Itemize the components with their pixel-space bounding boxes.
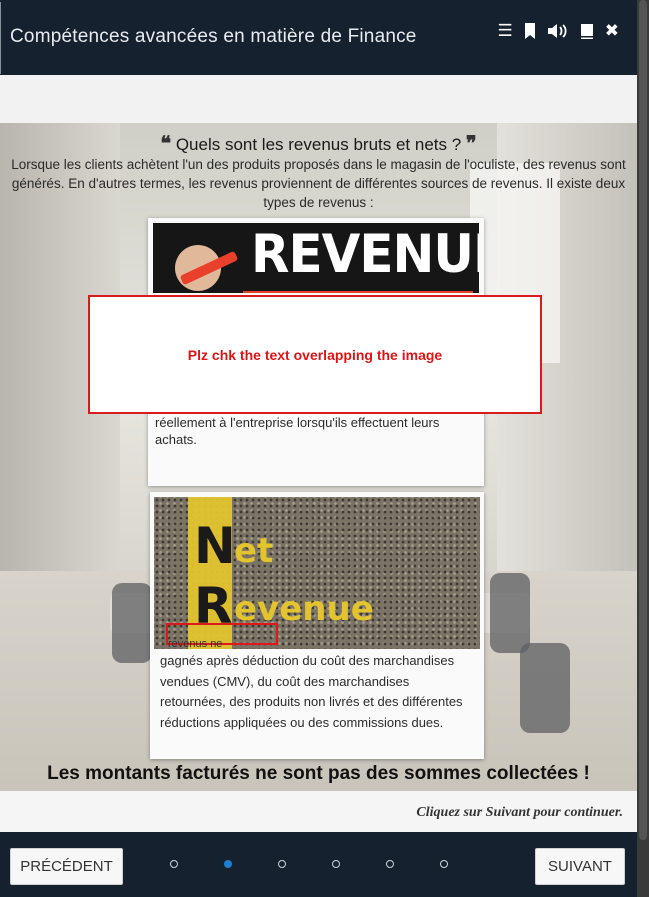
- net-word-et: et: [234, 531, 274, 571]
- background-chair: [490, 573, 530, 653]
- slide-stage: ❝ Quels sont les revenus bruts et nets ?…: [0, 123, 637, 791]
- page-dot[interactable]: [278, 860, 286, 868]
- intro-paragraph: Lorsque les clients achètent l'un des pr…: [11, 157, 626, 210]
- page-dot[interactable]: [224, 860, 232, 868]
- course-title: Compétences avancées en matière de Finan…: [10, 26, 417, 47]
- net-revenue-card-text: gagnés après déduction du coût des march…: [160, 653, 463, 730]
- overlapping-text: revenus ne: [168, 638, 223, 650]
- page-dot[interactable]: [332, 860, 340, 868]
- continue-bar: Cliquez sur Suivant pour continuer.: [0, 791, 637, 832]
- open-quote-icon: ❝: [160, 131, 172, 155]
- review-annotation-text: Plz chk the text overlapping the image: [187, 347, 443, 363]
- app-window: Compétences avancées en matière de Finan…: [0, 0, 637, 897]
- continue-hint: Cliquez sur Suivant pour continuer.: [416, 805, 623, 820]
- bookmark-icon[interactable]: [524, 22, 536, 40]
- scrollbar-thumb[interactable]: [639, 0, 647, 840]
- close-quote-icon: ❞: [465, 131, 477, 155]
- audio-icon[interactable]: [547, 22, 569, 40]
- footer-nav: PRÉCÉDENT SUIVANT: [0, 832, 637, 897]
- heading-text: Quels sont les revenus bruts et nets ?: [175, 135, 462, 154]
- background-chair: [520, 643, 570, 733]
- book-icon[interactable]: [580, 23, 594, 40]
- toolbar: ☰ ✖: [498, 21, 620, 41]
- net-revenue-card: N et R evenue revenus ne gagnés après dé…: [150, 492, 484, 759]
- close-icon[interactable]: ✖: [605, 21, 619, 41]
- page-dot[interactable]: [170, 860, 178, 868]
- revenue-image: REVENUE: [153, 223, 479, 293]
- scrollbar[interactable]: [637, 0, 649, 897]
- net-letter-n: N: [194, 517, 236, 575]
- page-dot[interactable]: [386, 860, 394, 868]
- revenue-underline: [243, 291, 473, 293]
- header-divider: [0, 2, 1, 74]
- header-bar: Compétences avancées en matière de Finan…: [0, 0, 637, 75]
- next-button[interactable]: SUIVANT: [535, 848, 625, 885]
- revenue-card-text: réellement à l'entreprise lorsqu'ils eff…: [155, 415, 440, 447]
- previous-button[interactable]: PRÉCÉDENT: [10, 848, 123, 885]
- spacer-band: [0, 75, 637, 123]
- warning-note: Les montants facturés ne sont pas des so…: [47, 763, 590, 784]
- list-icon[interactable]: ☰: [498, 21, 513, 41]
- slide-heading: ❝ Quels sont les revenus bruts et nets ?…: [0, 131, 637, 155]
- revenue-image-word: REVENUE: [251, 223, 479, 285]
- background-chair: [112, 583, 152, 663]
- review-annotation-box: Plz chk the text overlapping the image: [88, 295, 542, 414]
- page-indicator: [170, 860, 448, 868]
- page-dot[interactable]: [440, 860, 448, 868]
